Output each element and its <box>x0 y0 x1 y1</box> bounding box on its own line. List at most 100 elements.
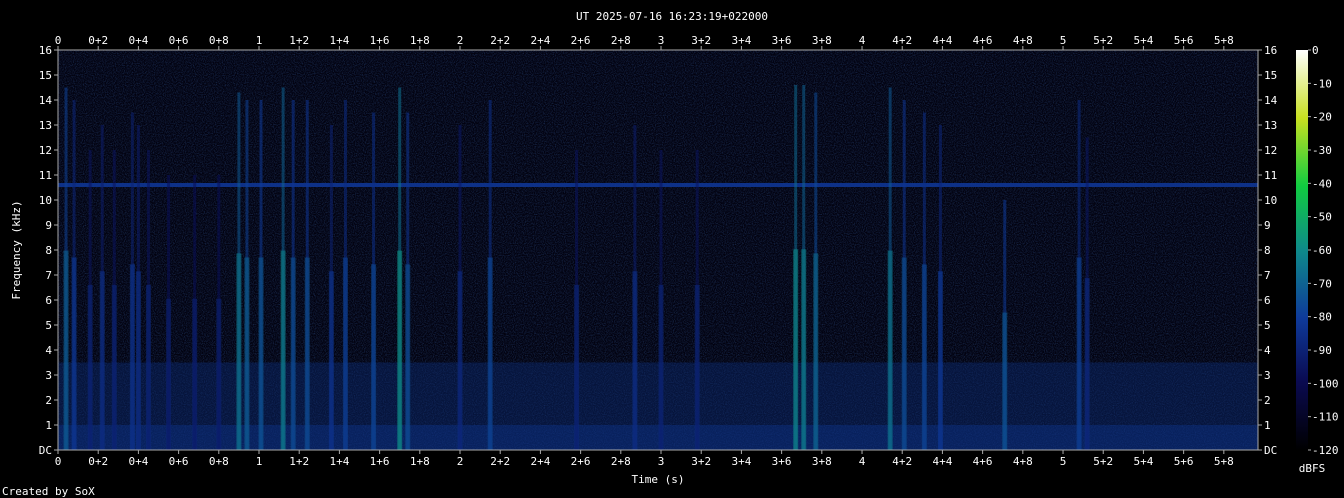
burst-core <box>887 250 893 450</box>
x-tick-label: 0+6 <box>169 455 189 468</box>
x-tick-label: 1 <box>256 455 263 468</box>
x-tick-label: 2+8 <box>611 34 631 47</box>
burst-core <box>290 257 296 450</box>
x-tick-label: 1+4 <box>329 455 349 468</box>
y-tick-label: 15 <box>39 69 52 82</box>
burst-core <box>304 257 310 450</box>
x-tick-label: 0+4 <box>128 34 148 47</box>
colorbar-tick-label: -70 <box>1312 277 1332 290</box>
y-tick-label: 5 <box>1264 319 1271 332</box>
x-tick-label: 4 <box>859 34 866 47</box>
colorbar-tick-label: -100 <box>1312 377 1339 390</box>
x-tick-label: 3+6 <box>772 455 792 468</box>
y-tick-label: 16 <box>1264 44 1277 57</box>
y-ticks-left: DC12345678910111213141516 <box>39 44 58 457</box>
x-tick-label: 2 <box>457 34 464 47</box>
x-axis-label: Time (s) <box>632 473 685 486</box>
x-tick-label: 5+8 <box>1214 455 1234 468</box>
burst-core <box>658 285 664 450</box>
x-tick-label: 4+2 <box>892 34 912 47</box>
y-tick-label: 16 <box>39 44 52 57</box>
x-tick-label: 5+4 <box>1133 455 1153 468</box>
burst-core <box>1002 312 1008 450</box>
y-tick-label: DC <box>39 444 52 457</box>
y-tick-label: 3 <box>45 369 52 382</box>
x-tick-label: 2+4 <box>530 34 550 47</box>
burst-core <box>937 271 943 450</box>
y-tick-label: 2 <box>1264 394 1271 407</box>
burst-core <box>216 298 222 450</box>
y-tick-label: 10 <box>39 194 52 207</box>
x-tick-label: 2+4 <box>530 455 550 468</box>
x-tick-label: 3+6 <box>772 34 792 47</box>
x-tick-label: 2+6 <box>571 455 591 468</box>
colorbar-label: dBFS <box>1299 462 1326 475</box>
burst-core <box>921 264 927 450</box>
y-tick-label: 14 <box>1264 94 1278 107</box>
burst-core <box>166 298 172 450</box>
colorbar-tick-label: -40 <box>1312 177 1332 190</box>
colorbar-tick-label: -80 <box>1312 311 1332 324</box>
burst-core <box>1076 257 1082 450</box>
y-ticks-right: DC12345678910111213141516 <box>1258 44 1278 457</box>
x-tick-label: 4+8 <box>1013 34 1033 47</box>
x-tick-label: 0+2 <box>88 455 108 468</box>
colorbar-tick-label: -120 <box>1312 444 1339 457</box>
burst-core <box>129 264 135 450</box>
x-tick-label: 1 <box>256 34 263 47</box>
x-tick-label: 2+8 <box>611 455 631 468</box>
y-tick-label: 13 <box>1264 119 1277 132</box>
burst-core <box>328 271 334 450</box>
x-tick-label: 5+6 <box>1174 455 1194 468</box>
y-tick-label: 4 <box>45 344 52 357</box>
y-tick-label: 7 <box>45 269 52 282</box>
x-tick-label: 1+2 <box>289 455 309 468</box>
y-tick-label: 5 <box>45 319 52 332</box>
burst-core <box>258 257 264 450</box>
x-tick-label: 5+4 <box>1133 34 1153 47</box>
x-tick-label: 4+6 <box>973 34 993 47</box>
y-tick-label: 12 <box>39 144 52 157</box>
y-tick-label: 11 <box>39 169 52 182</box>
x-tick-label: 3+2 <box>691 455 711 468</box>
colorbar-tick-label: -60 <box>1312 244 1332 257</box>
x-tick-label: 0+2 <box>88 34 108 47</box>
x-tick-label: 0+8 <box>209 34 229 47</box>
x-tick-label: 2 <box>457 455 464 468</box>
colorbar-tick-label: -30 <box>1312 144 1332 157</box>
burst-core <box>574 285 580 450</box>
colorbar-tick-label: -50 <box>1312 211 1332 224</box>
burst-core <box>405 264 411 450</box>
burst-core <box>63 250 69 450</box>
x-tick-label: 3+4 <box>731 455 751 468</box>
colorbar-tick-label: -10 <box>1312 77 1332 90</box>
burst-core <box>1084 278 1090 450</box>
x-tick-label: 4+2 <box>892 455 912 468</box>
colorbar: 0 -10 -20 -30 -40 -50 -60 -70 -80 -90 -100 -110 -120 <box>1296 44 1339 457</box>
burst-core <box>694 285 700 450</box>
y-tick-label: 8 <box>45 244 52 257</box>
y-tick-label: 3 <box>1264 369 1271 382</box>
burst-core <box>87 285 93 450</box>
y-tick-label: 13 <box>39 119 52 132</box>
y-tick-label: 7 <box>1264 269 1271 282</box>
x-tick-label: 4+4 <box>932 34 952 47</box>
footer-credit: Created by SoX <box>2 485 95 498</box>
spectrogram-chart: UT 2025-07-16 16:23:19+022000 0 0+2 0+4 0+6… <box>2 10 1339 498</box>
burst-core <box>244 257 250 450</box>
colorbar-scale <box>1296 50 1308 450</box>
x-tick-label: 5 <box>1060 34 1067 47</box>
burst-core <box>135 271 141 450</box>
y-tick-label: 8 <box>1264 244 1271 257</box>
x-tick-label: 3+8 <box>812 34 832 47</box>
y-axis-label: Frequency (kHz) <box>10 200 23 299</box>
burst-core <box>192 298 198 450</box>
burst-core <box>145 285 151 450</box>
burst-core <box>111 285 117 450</box>
burst-core <box>99 271 105 450</box>
x-tick-label: 4 <box>859 455 866 468</box>
colorbar-tick-label: 0 <box>1312 44 1319 57</box>
x-tick-label: 0 <box>55 455 62 468</box>
x-tick-label: 2+6 <box>571 34 591 47</box>
x-tick-label: 1+6 <box>370 455 390 468</box>
